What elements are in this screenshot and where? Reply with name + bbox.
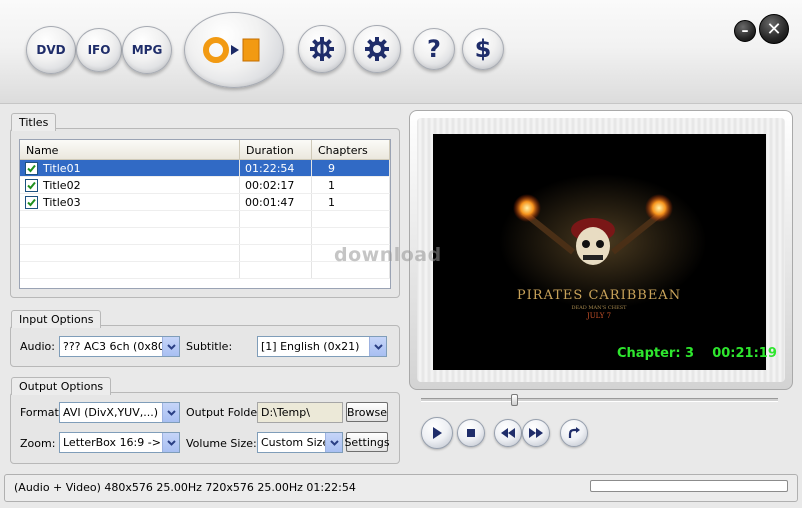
chevron-down-icon	[162, 433, 179, 452]
dvd-button-label: DVD	[36, 43, 66, 57]
seek-slider-thumb[interactable]	[510, 394, 518, 406]
stop-button[interactable]	[457, 419, 485, 447]
rewind-icon	[501, 428, 515, 438]
audio-select-value: ??? AC3 6ch (0x80)	[63, 340, 170, 353]
title-checkbox[interactable]	[25, 161, 38, 175]
titles-group-label: Titles	[11, 113, 57, 131]
title-duration: 01:22:54	[240, 160, 312, 176]
titles-table-header: Name Duration Chapters	[20, 140, 390, 160]
title-name: Title03	[43, 195, 81, 209]
checkmark-icon	[27, 164, 36, 172]
minimize-button[interactable]: –	[734, 20, 756, 42]
output-folder-label: Output Folder:	[186, 406, 266, 419]
chevron-down-icon	[162, 337, 179, 356]
close-button[interactable]: ✕	[759, 14, 789, 44]
column-header-chapters[interactable]: Chapters	[312, 140, 390, 159]
redo-arrow-icon	[568, 427, 580, 438]
titles-table: Name Duration Chapters Title01 01:22:54 …	[19, 139, 391, 289]
title-checkbox[interactable]	[25, 178, 38, 192]
title-name: Title01	[43, 161, 81, 175]
chevron-down-icon	[162, 403, 179, 422]
poster-date: JULY 7	[586, 312, 611, 320]
rewind-button[interactable]	[494, 419, 522, 447]
subtitle-select-value: [1] English (0x21)	[261, 340, 360, 353]
format-label: Format:	[20, 406, 63, 419]
empty-row	[20, 211, 390, 228]
fast-forward-button[interactable]	[522, 419, 550, 447]
format-select-value: AVI (DivX,YUV,...)	[63, 406, 159, 419]
table-row[interactable]: Title01 01:22:54 9	[20, 160, 390, 177]
table-row[interactable]: Title03 00:01:47 1	[20, 194, 390, 211]
title-chapters: 1	[312, 177, 390, 193]
settings-output-button[interactable]: Settings	[344, 432, 390, 452]
title-chapters: 1	[312, 194, 390, 210]
play-icon	[433, 427, 442, 439]
help-icon: ?	[427, 35, 441, 63]
chapter-readout: Chapter: 3	[617, 346, 695, 361]
volume-size-select-value: Custom Size	[261, 436, 330, 449]
chapter-time-display: Chapter: 3 00:21:19	[617, 346, 777, 361]
gear-icon	[365, 37, 389, 61]
dollar-icon: $	[474, 35, 492, 63]
conversion-progress-bar	[590, 480, 788, 492]
format-select[interactable]: AVI (DivX,YUV,...)	[59, 402, 180, 423]
mpg-button-label: MPG	[131, 43, 163, 57]
close-icon: ✕	[766, 18, 782, 40]
minimize-icon: –	[741, 23, 749, 39]
zoom-select[interactable]: LetterBox 16:9 -> 4	[59, 432, 180, 453]
table-row[interactable]: Title02 00:02:17 1	[20, 177, 390, 194]
mpg-button[interactable]: MPG	[122, 26, 172, 74]
stop-icon	[467, 429, 475, 437]
title-chapters: 9	[312, 160, 390, 176]
checkmark-icon	[27, 198, 36, 206]
time-readout: 00:21:19	[712, 346, 777, 361]
audio-select[interactable]: ??? AC3 6ch (0x80)	[59, 336, 180, 357]
browse-button[interactable]: Browse	[346, 402, 388, 422]
video-preview: PIRATES CARIBBEAN DEAD MAN'S CHEST JULY …	[433, 134, 766, 370]
empty-row	[20, 228, 390, 245]
status-info-text: (Audio + Video) 480x576 25.00Hz 720x576 …	[14, 481, 356, 494]
buy-button[interactable]: $	[462, 28, 504, 70]
column-header-duration[interactable]: Duration	[240, 140, 312, 159]
subtitle-label: Subtitle:	[186, 340, 233, 353]
output-options-group-label: Output Options	[11, 377, 112, 395]
tools-button[interactable]	[298, 25, 346, 73]
watermark-text: download	[334, 244, 442, 266]
movie-poster-image: PIRATES CARIBBEAN DEAD MAN'S CHEST JULY …	[488, 174, 718, 324]
subtitle-select[interactable]: [1] English (0x21)	[257, 336, 387, 357]
zoom-label: Zoom:	[20, 437, 56, 450]
volume-size-select[interactable]: Custom Size	[257, 432, 343, 453]
title-duration: 00:02:17	[240, 177, 312, 193]
dvd-button[interactable]: DVD	[26, 26, 76, 74]
input-options-group-label: Input Options	[11, 310, 102, 328]
title-name: Title02	[43, 178, 81, 192]
chevron-down-icon	[325, 433, 342, 452]
poster-title: PIRATES CARIBBEAN	[517, 288, 681, 303]
checkmark-icon	[27, 181, 36, 189]
convert-button[interactable]	[184, 12, 284, 88]
settings-button[interactable]	[353, 25, 401, 73]
seek-track[interactable]	[421, 398, 778, 402]
title-checkbox[interactable]	[25, 195, 38, 209]
ifo-button-label: IFO	[87, 43, 111, 57]
zoom-select-value: LetterBox 16:9 -> 4	[63, 436, 172, 449]
play-button[interactable]	[421, 417, 453, 449]
convert-icon	[203, 37, 260, 63]
output-folder-field[interactable]: D:\Temp\	[257, 402, 343, 423]
title-duration: 00:01:47	[240, 194, 312, 210]
column-header-name[interactable]: Name	[20, 140, 240, 159]
poster-subtitle: DEAD MAN'S CHEST	[572, 305, 628, 311]
chevron-down-icon	[369, 337, 386, 356]
ifo-button[interactable]: IFO	[76, 28, 122, 72]
audio-label: Audio:	[20, 340, 55, 353]
help-button[interactable]: ?	[413, 28, 455, 70]
redo-button[interactable]	[560, 419, 588, 447]
fast-forward-icon	[529, 428, 543, 438]
tools-gear-icon	[310, 37, 334, 61]
volume-size-label: Volume Size:	[186, 437, 257, 450]
